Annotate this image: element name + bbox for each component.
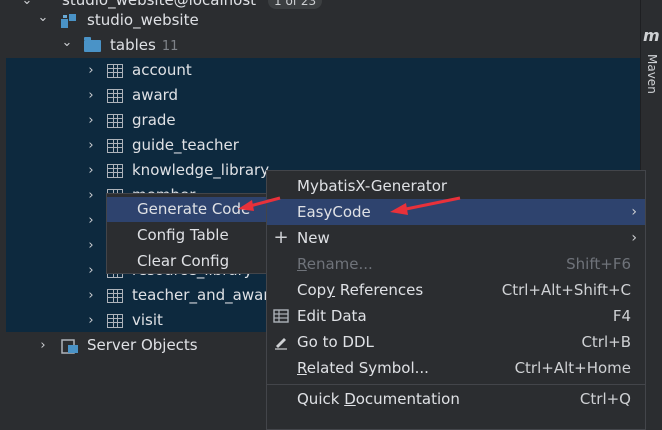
chevron-right-icon[interactable]: ›	[84, 233, 98, 258]
maven-logo-icon[interactable]: m	[643, 26, 660, 45]
menu-item-related-symbol[interactable]: Related Symbol... Ctrl+Alt+Home	[267, 355, 645, 381]
table-icon	[107, 139, 123, 153]
table-name: award	[132, 86, 179, 104]
table-icon	[107, 114, 123, 128]
maven-tool-tab[interactable]: Maven	[645, 54, 659, 94]
tree-row-tables-folder[interactable]: ⌄ tables 11	[0, 33, 640, 58]
server-objects-label: Server Objects	[87, 336, 198, 354]
table-icon	[107, 64, 123, 78]
shortcut-label: Ctrl+B	[581, 333, 631, 351]
chevron-right-icon: ›	[631, 204, 637, 220]
table-name: visit	[132, 311, 163, 329]
shortcut-label: F4	[612, 307, 631, 325]
chevron-right-icon[interactable]: ›	[84, 183, 98, 208]
table-name: teacher_and_award	[132, 286, 279, 304]
menu-item-new[interactable]: + New ›	[267, 225, 645, 251]
table-row[interactable]: › guide_teacher	[0, 133, 640, 158]
menu-item-quick-documentation[interactable]: Quick Documentation Ctrl+Q	[267, 386, 645, 412]
chevron-right-icon[interactable]: ›	[84, 158, 98, 183]
table-icon	[107, 164, 123, 178]
chevron-right-icon[interactable]: ›	[36, 333, 50, 358]
annotation-arrow-generate-code	[238, 196, 281, 211]
table-name: guide_teacher	[132, 136, 239, 154]
chevron-right-icon[interactable]: ›	[84, 258, 98, 283]
server-objects-icon	[61, 339, 78, 354]
chevron-right-icon[interactable]: ›	[84, 83, 98, 108]
table-icon	[107, 89, 123, 103]
table-icon	[107, 314, 123, 328]
menu-item-edit-data[interactable]: Edit Data F4	[267, 303, 645, 329]
menu-item-config-table[interactable]: Config Table	[107, 223, 270, 248]
chevron-right-icon[interactable]: ›	[84, 133, 98, 158]
table-row[interactable]: › award	[0, 83, 640, 108]
annotation-arrow-easycode	[390, 196, 461, 215]
folder-icon	[84, 37, 101, 52]
table-name: grade	[132, 111, 176, 129]
tables-count: 11	[161, 39, 179, 54]
table-edit-icon	[273, 309, 289, 323]
chevron-down-icon[interactable]: ⌄	[36, 5, 50, 30]
tables-folder-label: tables 11	[110, 36, 179, 54]
table-row[interactable]: › account	[0, 58, 640, 83]
menu-item-copy-references[interactable]: Copy References Ctrl+Alt+Shift+C	[267, 277, 645, 303]
table-icon	[107, 289, 123, 303]
pencil-icon	[275, 338, 287, 350]
schema-label: studio_website	[87, 11, 199, 29]
shortcut-label: Ctrl+Alt+Home	[514, 359, 631, 377]
shortcut-label: Ctrl+Q	[579, 390, 631, 408]
menu-item-rename[interactable]: Rename... Shift+F6	[267, 251, 645, 277]
plus-icon: +	[273, 227, 289, 248]
schema-icon	[61, 14, 76, 28]
chevron-right-icon[interactable]: ›	[84, 283, 98, 308]
table-row[interactable]: › grade	[0, 108, 640, 133]
menu-item-go-to-ddl[interactable]: Go to DDL Ctrl+B	[267, 329, 645, 355]
shortcut-label: Ctrl+Alt+Shift+C	[501, 281, 631, 299]
chevron-right-icon[interactable]: ›	[84, 208, 98, 233]
table-name: knowledge_library	[132, 161, 270, 179]
menu-separator	[267, 384, 645, 385]
chevron-right-icon[interactable]: ›	[84, 58, 98, 83]
tree-row-schema[interactable]: ⌄ studio_website	[0, 8, 640, 33]
chevron-right-icon: ›	[631, 230, 637, 246]
chevron-right-icon[interactable]: ›	[84, 108, 98, 133]
table-name: account	[132, 61, 192, 79]
chevron-down-icon[interactable]: ⌄	[60, 30, 74, 55]
menu-item-clear-config[interactable]: Clear Config	[107, 249, 270, 274]
shortcut-label: Shift+F6	[566, 255, 631, 273]
chevron-right-icon[interactable]: ›	[84, 308, 98, 333]
